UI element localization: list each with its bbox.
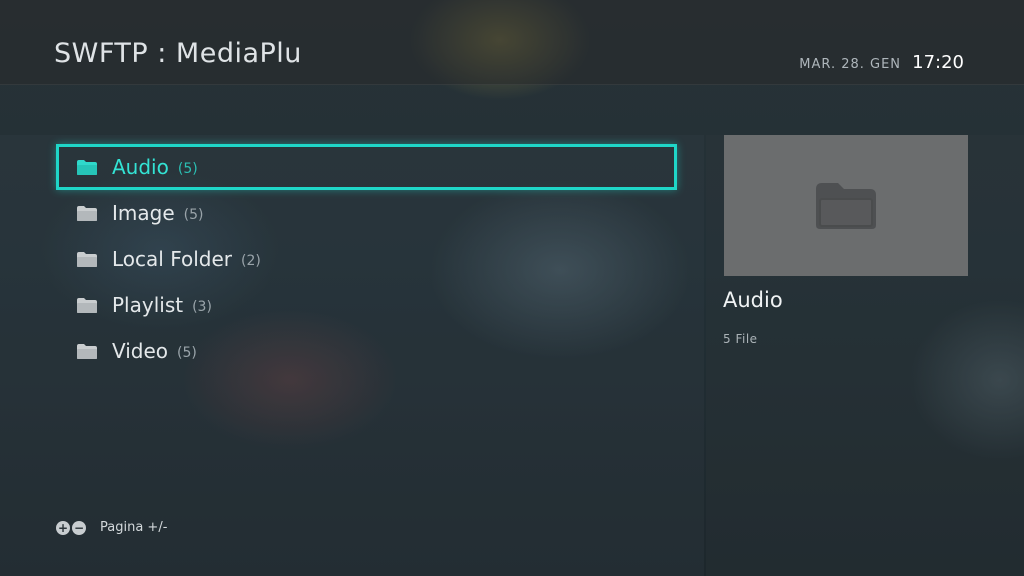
time-label: 17:20 — [912, 52, 964, 73]
list-item-label: Video — [112, 339, 169, 363]
date-label: MAR. 28. GEN — [799, 57, 902, 72]
folder-list: Audio (5) Image (5) Local Folder (2) Pla… — [56, 144, 677, 374]
detail-subtitle: 5 File — [723, 332, 758, 346]
list-item-audio[interactable]: Audio (5) — [56, 144, 677, 190]
page-hint-label: Pagina +/- — [100, 520, 168, 535]
folder-icon — [77, 159, 97, 175]
minus-icon: − — [72, 520, 86, 535]
list-item-image[interactable]: Image (5) — [56, 190, 677, 236]
preview-thumbnail — [724, 135, 968, 276]
list-item-local-folder[interactable]: Local Folder (2) — [56, 236, 677, 282]
list-item-count: (5) — [177, 161, 198, 177]
folder-icon — [77, 297, 97, 313]
folder-icon — [77, 343, 97, 359]
top-bar: SWFTP : MediaPlu MAR. 28. GEN 17:20 — [0, 0, 1024, 85]
list-item-video[interactable]: Video (5) — [56, 328, 677, 374]
clock: MAR. 28. GEN 17:20 — [799, 52, 964, 73]
plus-icon: + — [56, 520, 70, 535]
detail-title: Audio — [723, 288, 783, 312]
list-item-playlist[interactable]: Playlist (3) — [56, 282, 677, 328]
list-item-label: Local Folder — [112, 247, 232, 271]
list-item-count: (3) — [192, 299, 212, 315]
list-item-count: (5) — [183, 207, 204, 223]
folder-icon — [77, 251, 97, 267]
list-item-count: (2) — [241, 253, 261, 269]
folder-icon — [77, 205, 97, 221]
list-item-label: Image — [112, 201, 175, 225]
list-item-count: (5) — [177, 345, 197, 361]
list-item-label: Playlist — [112, 293, 184, 317]
list-item-label: Audio — [112, 155, 169, 179]
app-title: SWFTP : MediaPlu — [54, 38, 302, 69]
folder-icon — [816, 182, 876, 229]
page-hint: + − Pagina +/- — [56, 520, 167, 535]
